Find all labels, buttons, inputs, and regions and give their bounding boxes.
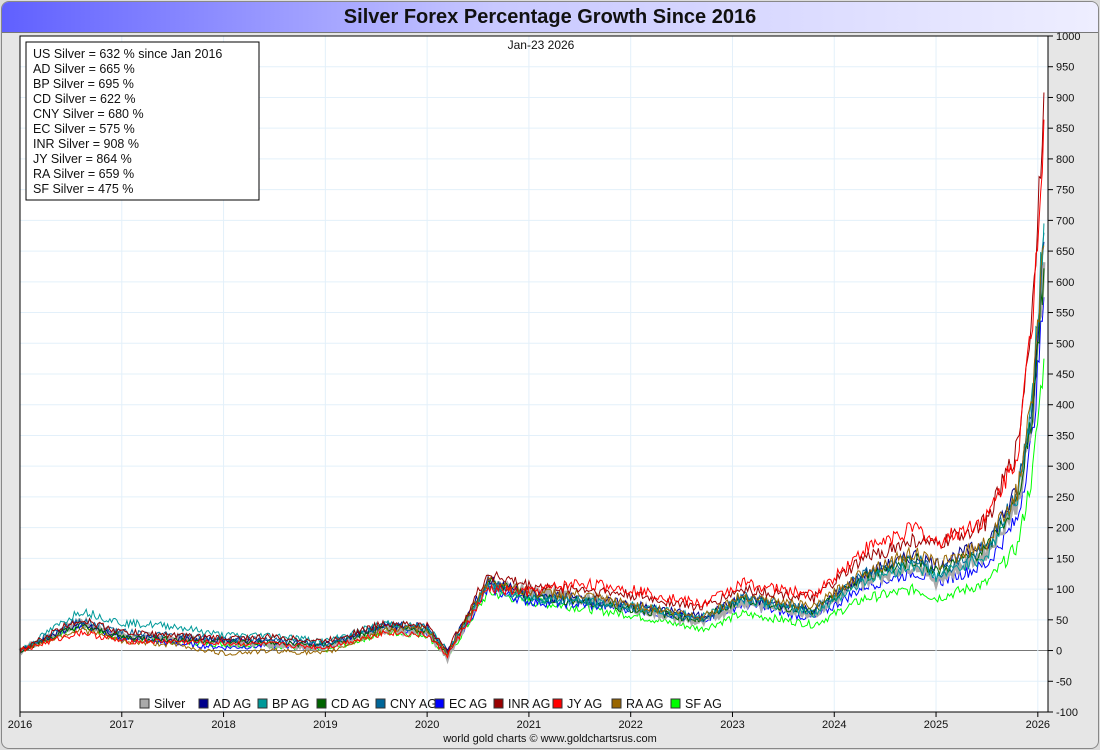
x-tick-label: 2023 [720,719,744,731]
y-tick-label: 1000 [1056,31,1080,43]
y-tick-label: 200 [1056,523,1074,535]
y-tick-label: 350 [1056,430,1074,442]
legend-swatch [552,698,563,709]
footer-credit: world gold charts © www.goldchartsrus.co… [443,733,657,745]
y-tick-label: 150 [1056,553,1074,565]
y-tick-label: 900 [1056,92,1074,104]
y-tick-label: 100 [1056,584,1074,596]
y-tick-label: -100 [1056,707,1078,719]
info-box-line: INR Silver = 908 % [33,137,139,151]
y-tick-label: 50 [1056,615,1068,627]
info-box-line: AD Silver = 665 % [33,62,135,76]
legend-label: SF AG [685,697,722,711]
y-tick-label: 250 [1056,492,1074,504]
legend-label: EC AG [449,697,487,711]
info-box-line: US Silver = 632 % since Jan 2016 [33,47,222,61]
legend-swatch [316,698,327,709]
legend-label: AD AG [213,697,251,711]
y-tick-label: 400 [1056,400,1074,412]
y-tick-label: 550 [1056,308,1074,320]
x-tick-label: 2021 [517,719,541,731]
x-tick-label: 2016 [8,719,32,731]
legend-swatch [434,698,445,709]
x-tick-label: 2017 [110,719,134,731]
x-tick-label: 2025 [924,719,948,731]
y-tick-label: 850 [1056,123,1074,135]
y-tick-label: 0 [1056,646,1062,658]
legend-label: CNY AG [390,697,437,711]
legend-swatch [375,698,386,709]
x-tick-label: 2018 [211,719,235,731]
legend-swatch [670,698,681,709]
legend-label: JY AG [567,697,602,711]
legend-swatch [198,698,209,709]
y-tick-label: 950 [1056,62,1074,74]
x-tick-label: 2019 [313,719,337,731]
info-box-line: CNY Silver = 680 % [33,107,144,121]
y-tick-label: 750 [1056,185,1074,197]
info-box-line: RA Silver = 659 % [33,167,134,181]
y-tick-label: 650 [1056,246,1074,258]
y-tick-label: -50 [1056,676,1072,688]
legend-label: INR AG [508,697,550,711]
y-tick-label: 300 [1056,461,1074,473]
info-box-line: EC Silver = 575 % [33,122,135,136]
y-tick-label: 450 [1056,369,1074,381]
legend-swatch [493,698,504,709]
y-tick-label: 500 [1056,338,1074,350]
legend-label: Silver [154,697,185,711]
x-tick-label: 2020 [415,719,439,731]
x-tick-label: 2026 [1026,719,1050,731]
x-tick-label: 2022 [618,719,642,731]
info-box-line: SF Silver = 475 % [33,182,133,196]
info-box-line: CD Silver = 622 % [33,92,135,106]
legend-swatch [611,698,622,709]
legend-label: BP AG [272,697,309,711]
x-tick-label: 2024 [822,719,846,731]
legend-label: RA AG [626,697,664,711]
legend-swatch [139,698,150,709]
date-label: Jan-23 2026 [508,38,575,52]
info-box-line: JY Silver = 864 % [33,152,132,166]
legend-label: CD AG [331,697,370,711]
legend-swatch [257,698,268,709]
info-box-line: BP Silver = 695 % [33,77,134,91]
y-tick-label: 700 [1056,215,1074,227]
y-tick-label: 600 [1056,277,1074,289]
y-tick-label: 800 [1056,154,1074,166]
chart-svg: -100 -50 0 50 100 150 200 250 300 350 400 450 500 550… [8,31,1081,731]
